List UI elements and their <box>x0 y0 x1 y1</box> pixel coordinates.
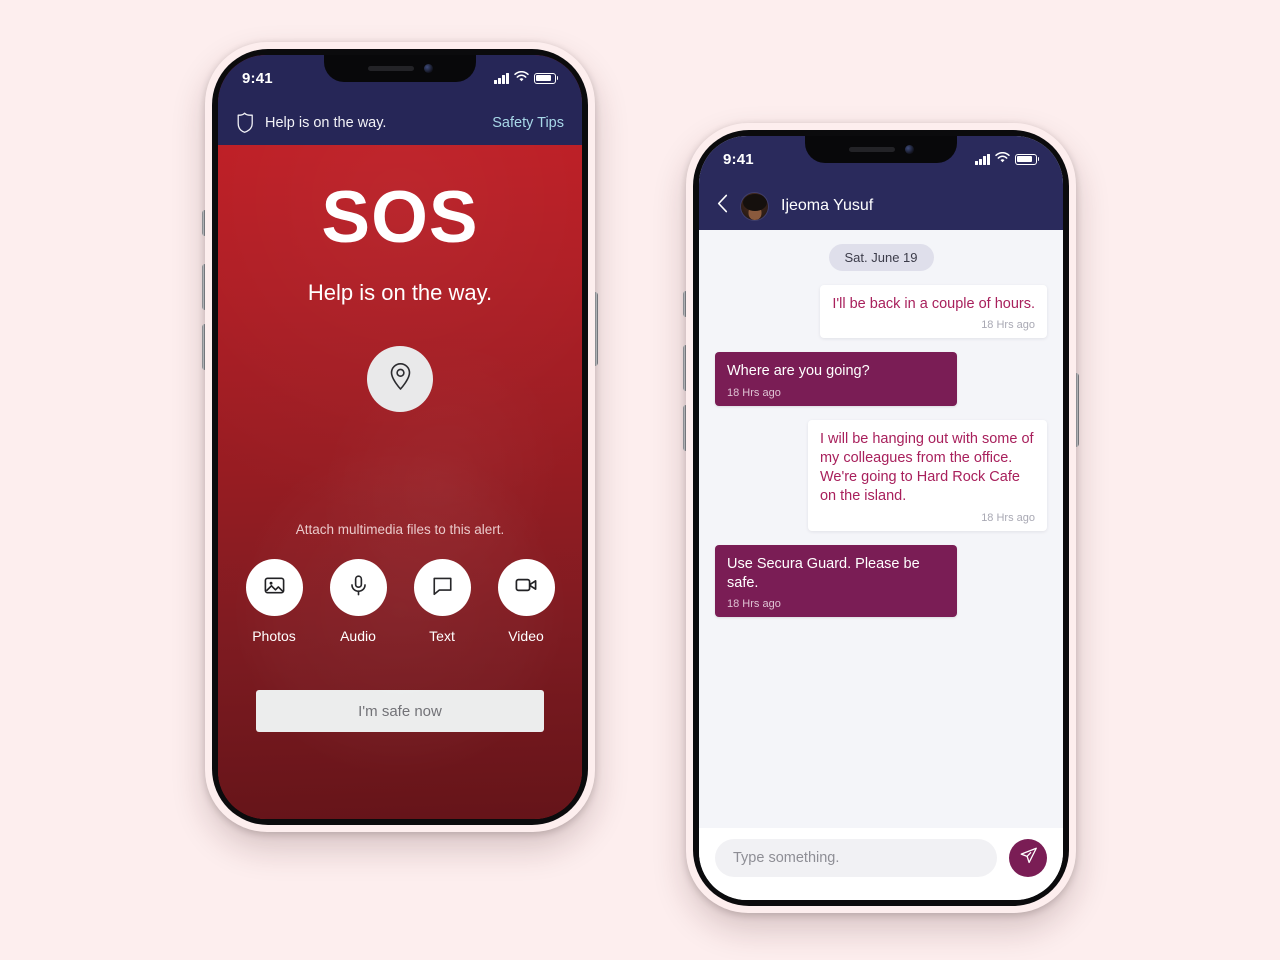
message-time: 18 Hrs ago <box>727 386 781 399</box>
send-paper-plane-icon <box>1019 846 1038 870</box>
attach-photos-button[interactable]: Photos <box>245 559 303 644</box>
screenshot-canvas: 9:41 Help is on the way. Safety Tips SOS… <box>0 0 1280 960</box>
back-chevron-icon[interactable] <box>717 194 728 218</box>
power-button[interactable] <box>1076 373 1079 447</box>
message-row: Use Secura Guard. Please be safe. 18 Hrs… <box>715 544 1047 618</box>
status-time: 9:41 <box>723 150 754 168</box>
sos-status-label: Help is on the way. <box>265 115 387 131</box>
mute-switch[interactable] <box>683 291 686 317</box>
attach-audio-button[interactable]: Audio <box>329 559 387 644</box>
message-time: 18 Hrs ago <box>981 511 1035 524</box>
video-camera-icon <box>514 573 538 602</box>
send-button[interactable] <box>1009 839 1047 877</box>
video-camera-icon-circle <box>497 559 555 616</box>
notch <box>324 55 476 82</box>
mute-switch[interactable] <box>202 210 205 236</box>
volume-up-button[interactable] <box>683 345 686 391</box>
attach-photos-label: Photos <box>252 628 296 644</box>
message-time: 18 Hrs ago <box>727 598 781 611</box>
power-button[interactable] <box>595 292 598 366</box>
front-camera-icon <box>904 145 914 154</box>
attach-hint: Attach multimedia files to this alert. <box>295 522 505 537</box>
message-row: I will be hanging out with some of my co… <box>715 419 1047 531</box>
date-divider: Sat. June 19 <box>828 244 934 271</box>
phone-chat: 9:41 Ijeoma Yusuf Sat. June 19 I'll be b… <box>683 123 1079 913</box>
volume-up-button[interactable] <box>202 264 205 310</box>
attach-video-button[interactable]: Video <box>497 559 555 644</box>
photo-icon-circle <box>245 559 303 616</box>
volume-down-button[interactable] <box>202 324 205 370</box>
message-row: Where are you going? 18 Hrs ago <box>715 352 1047 406</box>
contact-name: Ijeoma Yusuf <box>781 197 874 214</box>
microphone-icon-circle <box>329 559 387 616</box>
message-time: 18 Hrs ago <box>981 319 1035 332</box>
signal-bars-icon <box>494 72 509 84</box>
battery-icon <box>533 72 558 84</box>
front-camera-icon <box>423 64 433 73</box>
message-bubble-incoming[interactable]: Use Secura Guard. Please be safe. 18 Hrs… <box>715 544 958 618</box>
safety-tips-link[interactable]: Safety Tips <box>492 115 564 131</box>
photo-icon <box>263 574 286 602</box>
wifi-icon <box>513 69 529 87</box>
shield-icon <box>236 112 255 134</box>
notch <box>805 136 957 163</box>
location-share-button[interactable] <box>367 346 433 412</box>
message-bubble-incoming[interactable]: Where are you going? 18 Hrs ago <box>715 352 958 406</box>
date-divider-row: Sat. June 19 <box>715 244 1047 271</box>
message-bubble-outgoing[interactable]: I'll be back in a couple of hours. 18 Hr… <box>820 285 1047 339</box>
message-composer: Type something. <box>699 828 1063 900</box>
im-safe-now-button[interactable]: I'm safe now <box>256 690 544 732</box>
message-list[interactable]: Sat. June 19 I'll be back in a couple of… <box>699 230 1063 828</box>
sos-title: SOS <box>321 177 479 258</box>
earpiece-speaker <box>367 66 414 71</box>
battery-icon <box>1014 153 1039 165</box>
message-bubble-outgoing[interactable]: I will be hanging out with some of my co… <box>807 419 1047 531</box>
status-icons <box>494 69 558 87</box>
message-text: Where are you going? <box>727 363 870 380</box>
message-text: Use Secura Guard. Please be safe. <box>727 555 920 591</box>
chat-bubble-icon-circle <box>413 559 471 616</box>
attach-video-label: Video <box>508 628 544 644</box>
message-text: I'll be back in a couple of hours. <box>832 296 1035 312</box>
phone-sos-alert: 9:41 Help is on the way. Safety Tips SOS… <box>202 42 598 832</box>
signal-bars-icon <box>975 153 990 165</box>
chat-bubble-icon <box>431 574 454 602</box>
sos-alert-body: SOS Help is on the way. Attach multimedi… <box>218 145 582 819</box>
attach-text-label: Text <box>429 628 455 644</box>
status-time: 9:41 <box>242 69 273 87</box>
earpiece-speaker <box>848 147 895 152</box>
chat-screen: 9:41 Ijeoma Yusuf Sat. June 19 I'll be b… <box>699 136 1063 900</box>
sos-subtitle: Help is on the way. <box>307 280 493 305</box>
attach-actions: Photos Audio Text Video <box>245 559 555 644</box>
wifi-icon <box>994 150 1010 168</box>
chat-app-bar: Ijeoma Yusuf <box>699 182 1063 230</box>
attach-text-button[interactable]: Text <box>413 559 471 644</box>
sos-app-bar: Help is on the way. Safety Tips <box>218 101 582 145</box>
message-row: I'll be back in a couple of hours. 18 Hr… <box>715 285 1047 339</box>
contact-avatar[interactable] <box>741 192 768 220</box>
sos-status-group: Help is on the way. <box>236 112 386 134</box>
message-text: I will be hanging out with some of my co… <box>819 430 1034 505</box>
microphone-icon <box>347 574 370 602</box>
sos-screen: 9:41 Help is on the way. Safety Tips SOS… <box>218 55 582 819</box>
attach-audio-label: Audio <box>340 628 376 644</box>
status-icons <box>975 150 1039 168</box>
volume-down-button[interactable] <box>683 405 686 451</box>
location-pin-icon <box>388 362 413 396</box>
message-input[interactable]: Type something. <box>715 839 997 877</box>
